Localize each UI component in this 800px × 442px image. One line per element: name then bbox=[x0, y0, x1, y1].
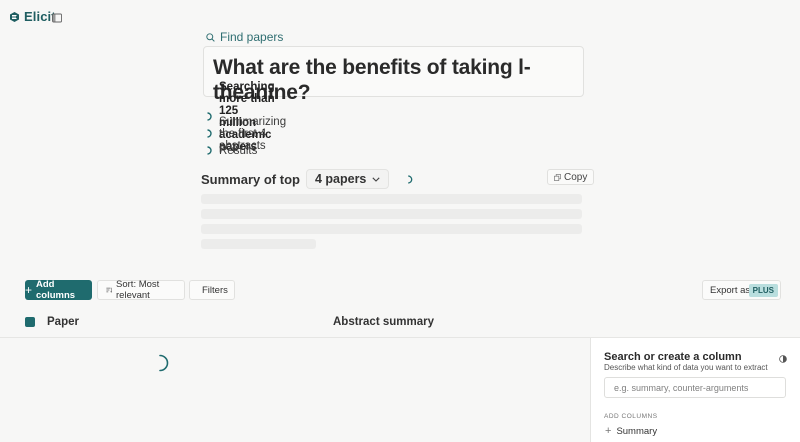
column-option-summary[interactable]: + Summary bbox=[605, 425, 658, 438]
sidebar-toggle-button[interactable] bbox=[52, 10, 62, 23]
half-circle-toggle-icon[interactable] bbox=[779, 350, 787, 363]
plus-icon: + bbox=[605, 425, 612, 437]
filters-label: Filters bbox=[202, 284, 228, 296]
step-item: Summarizing the first 4 abstracts bbox=[206, 116, 286, 152]
brand-logo[interactable]: Elicit bbox=[10, 9, 56, 24]
sort-icon bbox=[106, 287, 113, 293]
search-icon bbox=[206, 32, 215, 42]
copy-label: Copy bbox=[564, 171, 588, 183]
copy-button[interactable]: Copy bbox=[547, 169, 595, 185]
panel-description: Describe what kind of data you want to e… bbox=[604, 363, 768, 372]
summary-label: Summary of top bbox=[201, 171, 300, 187]
chevron-down-icon bbox=[372, 176, 380, 182]
paper-count-value: 4 papers bbox=[314, 172, 367, 186]
step-item: Results bbox=[206, 142, 257, 159]
sort-label: Sort: Most relevant bbox=[116, 279, 160, 301]
summary-skeleton-line bbox=[201, 224, 582, 234]
summary-skeleton-line bbox=[201, 194, 582, 204]
plus-icon: + bbox=[25, 283, 33, 297]
brand-name: Elicit bbox=[24, 9, 56, 24]
loading-spinner-icon bbox=[206, 129, 213, 138]
panel-title: Search or create a column bbox=[604, 351, 742, 363]
add-columns-section-label: ADD COLUMNS bbox=[604, 413, 658, 420]
step-label: Results bbox=[219, 144, 258, 157]
summary-skeleton-line bbox=[201, 209, 582, 219]
loading-spinner-icon bbox=[156, 354, 172, 377]
export-button[interactable]: Export as PLUS bbox=[702, 280, 781, 300]
paper-count-select[interactable]: 4 papers bbox=[305, 169, 390, 189]
copy-icon bbox=[554, 173, 561, 181]
sidebar-toggle-icon bbox=[52, 13, 62, 23]
select-all-checkbox[interactable] bbox=[25, 317, 35, 327]
column-option-label: Summary bbox=[616, 426, 658, 437]
sort-button[interactable]: Sort: Most relevant bbox=[97, 279, 185, 301]
column-header-paper[interactable]: Paper bbox=[47, 316, 79, 328]
elicit-logo-icon bbox=[10, 11, 19, 22]
loading-spinner-icon bbox=[206, 112, 213, 121]
column-header-abstract-summary[interactable]: Abstract summary bbox=[333, 316, 434, 328]
plus-badge: PLUS bbox=[748, 284, 778, 297]
summary-header: Summary of top 4 papers bbox=[201, 169, 413, 189]
summary-skeleton-line bbox=[201, 239, 316, 249]
column-search-input[interactable] bbox=[604, 377, 786, 398]
add-columns-button[interactable]: + Add columns bbox=[25, 279, 92, 301]
export-label: Export as bbox=[710, 284, 751, 296]
add-columns-label: Add columns bbox=[36, 279, 76, 301]
filters-button[interactable]: Filters bbox=[189, 280, 235, 300]
find-papers-label: Find papers bbox=[220, 30, 284, 44]
loading-spinner-icon bbox=[206, 146, 213, 155]
column-panel: Search or create a column Describe what … bbox=[590, 338, 800, 442]
find-papers-link[interactable]: Find papers bbox=[206, 30, 283, 44]
loading-spinner-icon bbox=[407, 174, 413, 184]
